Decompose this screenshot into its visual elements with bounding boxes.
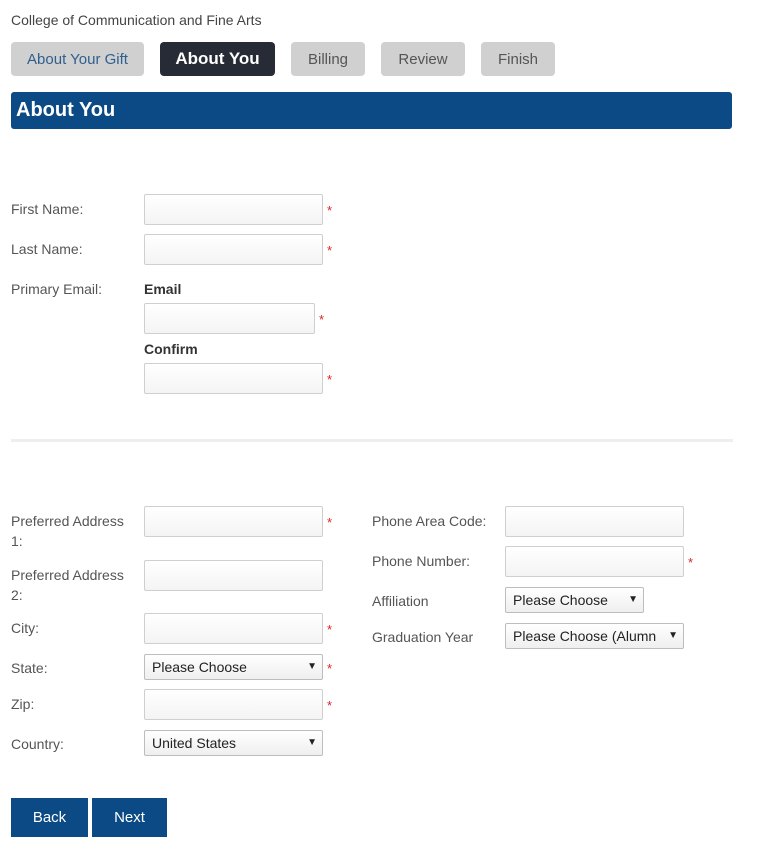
required-marker: * — [327, 515, 333, 530]
country-select[interactable]: United States ▼ — [144, 730, 323, 756]
affiliation-select-value: Please Choose — [513, 592, 608, 608]
chevron-down-icon: ▼ — [307, 661, 317, 672]
required-marker: * — [327, 622, 333, 637]
phone-number-input[interactable] — [505, 546, 684, 577]
section-title: About You — [11, 92, 732, 129]
email-sublabel: Email — [144, 281, 182, 297]
country-label: Country: — [11, 736, 64, 752]
required-marker: * — [327, 203, 333, 218]
confirm-email-input[interactable] — [144, 363, 323, 394]
address2-label: Preferred Address 2: — [11, 567, 124, 603]
email-input[interactable] — [144, 303, 315, 334]
zip-label: Zip: — [11, 696, 35, 712]
first-name-input[interactable] — [144, 194, 323, 225]
graduation-year-label: Graduation Year — [372, 629, 474, 645]
tab-finish[interactable]: Finish — [481, 42, 555, 76]
confirm-sublabel: Confirm — [144, 341, 198, 357]
country-select-value: United States — [152, 735, 237, 751]
graduation-year-select-value: Please Choose (Alumn — [513, 628, 657, 644]
required-marker: * — [327, 372, 333, 387]
city-input[interactable] — [144, 613, 323, 644]
next-button[interactable]: Next — [92, 798, 167, 837]
chevron-down-icon: ▼ — [628, 594, 638, 605]
organization-name: College of Communication and Fine Arts — [11, 12, 262, 28]
required-marker: * — [688, 555, 694, 570]
affiliation-select[interactable]: Please Choose ▼ — [505, 587, 644, 613]
zip-input[interactable] — [144, 689, 323, 720]
address1-label: Preferred Address 1: — [11, 513, 124, 549]
graduation-year-select[interactable]: Please Choose (Alumn ▼ — [505, 623, 684, 649]
chevron-down-icon: ▼ — [668, 630, 678, 641]
address2-input[interactable] — [144, 560, 323, 591]
last-name-label: Last Name: — [11, 241, 83, 257]
required-marker: * — [319, 312, 325, 327]
last-name-input[interactable] — [144, 234, 323, 265]
address1-input[interactable] — [144, 506, 323, 537]
first-name-label: First Name: — [11, 201, 84, 217]
required-marker: * — [327, 243, 333, 258]
state-select[interactable]: Please Choose ▼ — [144, 654, 323, 680]
required-marker: * — [327, 698, 333, 713]
back-button[interactable]: Back — [11, 798, 88, 837]
required-marker: * — [327, 661, 333, 676]
phone-area-code-input[interactable] — [505, 506, 684, 537]
phone-area-code-label: Phone Area Code: — [372, 513, 487, 529]
tab-billing[interactable]: Billing — [291, 42, 365, 76]
tab-about-you[interactable]: About You — [160, 42, 275, 76]
city-label: City: — [11, 620, 39, 636]
state-select-value: Please Choose — [152, 659, 247, 675]
phone-number-label: Phone Number: — [372, 553, 471, 569]
chevron-down-icon: ▼ — [307, 737, 317, 748]
primary-email-label: Primary Email: — [11, 281, 103, 297]
state-label: State: — [11, 660, 48, 676]
affiliation-label: Affiliation — [372, 593, 429, 609]
section-divider — [11, 439, 733, 442]
tab-about-your-gift[interactable]: About Your Gift — [11, 42, 144, 76]
tab-review[interactable]: Review — [381, 42, 465, 76]
